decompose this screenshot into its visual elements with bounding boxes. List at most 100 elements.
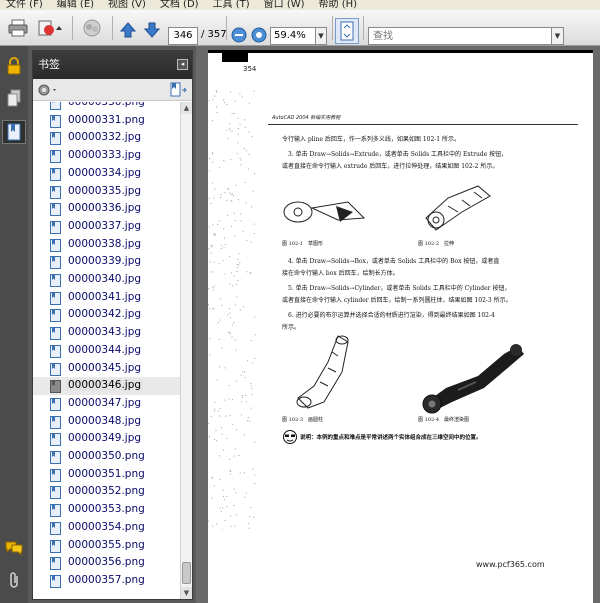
bookmarks-panel-icon[interactable]: [2, 120, 26, 144]
bookmark-label: 00000347.jpg: [68, 396, 142, 409]
previous-page-icon[interactable]: [118, 18, 138, 42]
bookmark-page-icon: [50, 132, 61, 146]
bookmark-page-icon: [50, 380, 61, 394]
menu-window[interactable]: 窗口 (W): [264, 0, 305, 10]
zoom-dropdown-arrow-icon[interactable]: ▼: [316, 27, 327, 45]
bookmark-page-icon: [50, 203, 61, 217]
options-gear-icon[interactable]: [37, 82, 59, 98]
bookmark-label: 00000345.jpg: [68, 361, 142, 374]
page-number-input[interactable]: 346: [168, 27, 198, 45]
bookmark-page-icon: [50, 327, 61, 341]
menu-tools[interactable]: 工具 (T): [213, 0, 250, 10]
security-lock-icon[interactable]: [2, 54, 26, 78]
comments-icon[interactable]: [2, 536, 26, 560]
bookmarks-title: 书签: [38, 58, 60, 71]
bookmark-page-icon: [50, 574, 61, 588]
bookmark-label: 00000355.png: [68, 538, 145, 551]
zoom-in-icon[interactable]: [250, 25, 268, 45]
bookmark-page-icon: [50, 344, 61, 358]
bookmark-label: 00000334.jpg: [68, 166, 142, 179]
bookmark-page-icon: [50, 433, 61, 447]
bookmark-page-icon: [50, 468, 61, 482]
page-total-label: / 357: [201, 29, 227, 40]
figure-caption: 图 102-3 画圆柱: [282, 417, 324, 423]
bookmark-page-icon: [50, 486, 61, 500]
next-page-icon[interactable]: [142, 18, 162, 42]
collaborate-icon[interactable]: [80, 16, 104, 40]
zoom-out-icon[interactable]: [230, 25, 248, 45]
bookmark-page-icon: [50, 114, 61, 128]
body-line: 5. 单击 Draw→Solids→Cylinder，或者单击 Solids 工…: [288, 285, 511, 292]
bookmark-page-icon: [50, 238, 61, 252]
menu-help[interactable]: 帮助 (H): [319, 0, 358, 10]
body-line: 或者直接在命令行输入 extrude 后回车，进行拉伸处理，结果如图 102-2…: [282, 163, 499, 170]
bookmark-page-icon: [50, 102, 61, 110]
find-input[interactable]: [368, 27, 552, 45]
bookmark-page-icon: [50, 415, 61, 429]
find-dropdown-arrow-icon[interactable]: ▼: [552, 27, 564, 45]
menu-file[interactable]: 文件 (F): [6, 0, 43, 10]
bookmark-page-icon: [50, 504, 61, 518]
fit-page-icon[interactable]: [335, 18, 359, 44]
bookmark-page-icon: [50, 451, 61, 464]
document-view[interactable]: 354 AutoCAD 2004 新编实用教程 令行输入 pline 后回车，作…: [196, 46, 600, 603]
bookmark-label: 00000353.png: [68, 503, 145, 516]
bookmark-page-icon: [50, 256, 61, 270]
bookmark-label: 00000331.png: [68, 113, 145, 126]
body-line: 令行输入 pline 后回车，作一系列多义线，如果如图 102-1 所示。: [282, 136, 461, 143]
bookmark-label: 00000357.png: [68, 573, 145, 586]
page-number: 354: [243, 65, 257, 73]
bookmark-page-icon: [50, 539, 61, 553]
share-icon[interactable]: [36, 16, 66, 40]
bookmark-page-icon: [50, 185, 61, 199]
body-line: 6. 进行必要的布尔运算并选择合适的材质进行渲染，得到最终结果如图 102-4: [288, 312, 495, 319]
pages-thumbnail-icon[interactable]: [2, 86, 26, 110]
menu-view[interactable]: 视图 (V): [108, 0, 146, 10]
bookmarks-toolbar: [33, 79, 192, 101]
menu-document[interactable]: 文档 (D): [160, 0, 199, 10]
figure-sketch: [283, 201, 366, 223]
bookmark-label: 00000338.jpg: [68, 237, 142, 250]
bookmark-label: 00000333.jpg: [68, 149, 142, 162]
scroll-up-arrow-icon[interactable]: ▲: [181, 102, 192, 114]
bookmark-page-icon: [50, 291, 61, 305]
bookmark-page-icon: [50, 557, 61, 571]
running-head: AutoCAD 2004 新编实用教程: [272, 115, 341, 121]
bookmark-item[interactable]: 00000346.jpg: [33, 377, 180, 396]
figure-caption: 图 102-1 草图形: [282, 241, 324, 247]
print-icon[interactable]: [6, 16, 30, 40]
scroll-thumb[interactable]: [182, 562, 191, 584]
bookmark-label: 00000340.jpg: [68, 273, 142, 285]
bookmark-label: 00000346.jpg: [66, 379, 144, 392]
note-text: 说明：本例的重点和难点是平常讲述两个实体组合成在三维空间中的位置。: [300, 435, 482, 441]
scan-noise: [208, 90, 256, 530]
bookmark-label: 00000342.jpg: [68, 308, 142, 321]
bookmark-page-icon: [50, 220, 61, 234]
bookmark-label: 00000339.jpg: [68, 255, 142, 268]
body-line: 或者直接在命令行输入 cylinder 后回车，绘制一系列圆柱体，结果如图 10…: [282, 297, 512, 304]
bookmark-label: 00000343.jpg: [68, 326, 142, 339]
bookmarks-scrollbar[interactable]: ▲ ▼: [180, 102, 192, 599]
bookmark-page-icon: [50, 150, 61, 164]
bookmark-label: 00000330.png: [68, 102, 145, 108]
zoom-level-input[interactable]: 59.4%: [270, 27, 316, 45]
bookmark-list: 00000330.png 00000331.png 00000332.jpg 0000…: [33, 102, 180, 599]
bookmark-page-icon: [50, 167, 61, 181]
scroll-down-arrow-icon[interactable]: ▼: [181, 587, 192, 599]
expand-bookmark-icon[interactable]: [170, 82, 188, 98]
bookmark-page-icon: [50, 309, 61, 323]
bookmarks-panel-header: 书签 ◂: [33, 51, 192, 79]
bookmark-page-icon: [50, 274, 61, 287]
panel-collapse-icon[interactable]: ◂: [177, 59, 188, 70]
bookmark-label: 00000350.png: [68, 450, 145, 462]
menu-edit[interactable]: 编辑 (E): [57, 0, 94, 10]
bookmark-label: 00000335.jpg: [68, 184, 142, 197]
body-line: 4. 单击 Draw→Solids→Box，或者单击 Solids 工具栏中的 …: [288, 258, 500, 265]
scan-border: [208, 50, 593, 53]
figure-caption: 图 102-4 最终渲染图: [418, 417, 470, 423]
attachments-paperclip-icon[interactable]: [2, 568, 26, 592]
pdf-reader-window: 文件 (F) 编辑 (E) 视图 (V) 文档 (D) 工具 (T) 窗口 (W…: [0, 0, 600, 603]
bookmark-label: 00000356.png: [68, 556, 145, 569]
bookmark-label: 00000349.jpg: [68, 432, 142, 445]
bookmark-label: 00000341.jpg: [68, 290, 142, 303]
